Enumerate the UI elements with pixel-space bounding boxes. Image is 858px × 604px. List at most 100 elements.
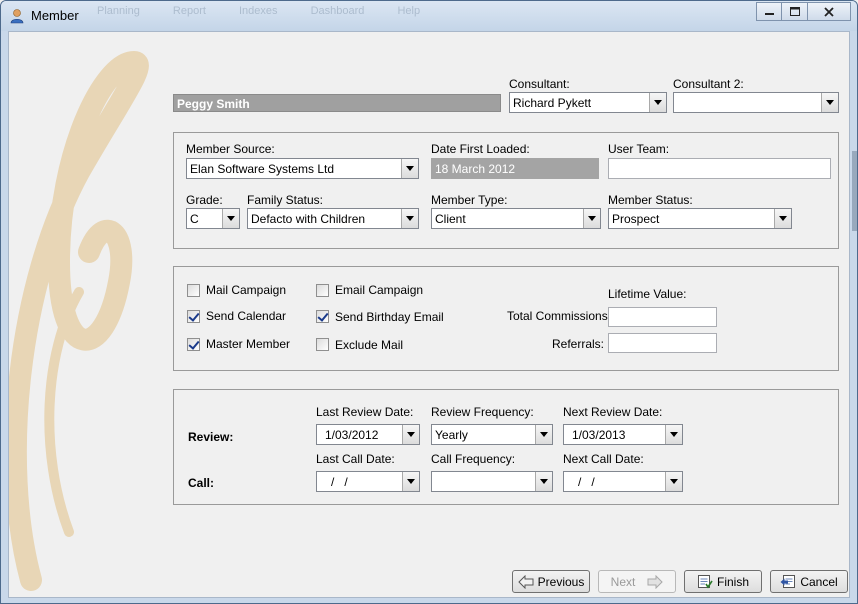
next-call-date-label: Next Call Date: <box>563 452 644 466</box>
chevron-down-icon[interactable] <box>401 159 418 178</box>
previous-label: Previous <box>537 574 585 589</box>
maximize-button[interactable] <box>782 2 808 21</box>
review-frequency-value: Yearly <box>435 428 468 442</box>
email-campaign-label[interactable]: Email Campaign <box>335 283 423 297</box>
last-call-date-label: Last Call Date: <box>316 452 395 466</box>
grade-dropdown[interactable]: C <box>186 208 240 229</box>
grade-label: Grade: <box>186 193 223 207</box>
chevron-down-icon[interactable] <box>774 209 791 228</box>
chevron-down-icon[interactable] <box>402 472 419 491</box>
finish-button[interactable]: Finish <box>684 570 762 593</box>
next-call-date-picker[interactable]: / / <box>563 471 683 492</box>
email-campaign-checkbox[interactable] <box>316 284 329 297</box>
chevron-down-icon[interactable] <box>649 93 666 112</box>
member-source-label: Member Source: <box>186 142 275 156</box>
date-first-loaded-value: 18 March 2012 <box>435 162 516 176</box>
cancel-document-icon <box>780 575 796 588</box>
master-member-label[interactable]: Master Member <box>206 337 290 351</box>
call-row-label: Call: <box>188 476 215 490</box>
next-button[interactable]: Next <box>598 570 676 593</box>
last-review-date-label: Last Review Date: <box>316 405 414 419</box>
consultant-value: Richard Pykett <box>513 96 592 110</box>
referrals-input[interactable] <box>608 333 717 353</box>
last-review-date-picker[interactable]: 1/03/2012 <box>316 424 420 445</box>
family-status-dropdown[interactable]: Defacto with Children <box>247 208 419 229</box>
user-team-label: User Team: <box>608 142 670 156</box>
consultant2-dropdown[interactable] <box>673 92 839 113</box>
review-row-label: Review: <box>188 430 234 444</box>
review-frequency-dropdown[interactable]: Yearly <box>431 424 553 445</box>
date-first-loaded-field: 18 March 2012 <box>431 158 599 179</box>
member-name-value: Peggy Smith <box>177 97 250 111</box>
chevron-down-icon[interactable] <box>401 209 418 228</box>
next-review-date-picker[interactable]: 1/03/2013 <box>563 424 683 445</box>
mail-campaign-checkbox[interactable] <box>187 284 200 297</box>
arrow-left-icon <box>517 574 534 589</box>
send-birthday-email-checkbox[interactable] <box>316 310 329 323</box>
exclude-mail-checkbox[interactable] <box>316 338 329 351</box>
chevron-down-icon[interactable] <box>583 209 600 228</box>
member-source-dropdown[interactable]: Elan Software Systems Ltd <box>186 158 419 179</box>
minimize-button[interactable] <box>756 2 782 21</box>
window-title: Member <box>31 8 79 23</box>
next-call-date-value: / / <box>578 475 595 489</box>
review-frequency-label: Review Frequency: <box>431 405 534 419</box>
chevron-down-icon[interactable] <box>535 425 552 444</box>
date-first-loaded-label: Date First Loaded: <box>431 142 530 156</box>
chevron-down-icon[interactable] <box>222 209 239 228</box>
next-review-date-label: Next Review Date: <box>563 405 663 419</box>
chevron-down-icon[interactable] <box>665 425 682 444</box>
member-window: Member Planning Report Indexes Dashboard… <box>0 0 858 604</box>
ghost-menu-item: Report <box>172 5 206 17</box>
next-label: Next <box>610 574 636 589</box>
member-status-value: Prospect <box>612 212 660 226</box>
total-commissions-input[interactable] <box>608 307 717 327</box>
last-call-date-picker[interactable]: / / <box>316 471 420 492</box>
call-frequency-dropdown[interactable] <box>431 471 553 492</box>
member-status-dropdown[interactable]: Prospect <box>608 208 792 229</box>
member-type-value: Client <box>435 212 466 226</box>
member-icon <box>10 9 24 24</box>
send-calendar-checkbox[interactable] <box>187 310 200 323</box>
minimize-icon <box>764 13 774 15</box>
send-calendar-label[interactable]: Send Calendar <box>206 309 286 323</box>
last-call-date-value: / / <box>331 475 348 489</box>
close-icon <box>824 6 834 17</box>
member-status-label: Member Status: <box>608 193 693 207</box>
cancel-button[interactable]: Cancel <box>770 570 848 593</box>
referrals-label: Referrals: <box>552 337 605 351</box>
send-birthday-email-label[interactable]: Send Birthday Email <box>335 310 444 324</box>
member-name-field[interactable]: Peggy Smith <box>173 94 501 112</box>
user-team-input[interactable] <box>608 158 831 179</box>
mail-campaign-label[interactable]: Mail Campaign <box>206 283 286 297</box>
member-type-label: Member Type: <box>431 193 508 207</box>
chevron-down-icon[interactable] <box>821 93 838 112</box>
call-frequency-label: Call Frequency: <box>431 452 516 466</box>
consultant-dropdown[interactable]: Richard Pykett <box>509 92 667 113</box>
last-review-date-value: 1/03/2012 <box>325 428 379 442</box>
consultant2-label: Consultant 2: <box>673 77 744 91</box>
master-member-checkbox[interactable] <box>187 338 200 351</box>
chevron-down-icon[interactable] <box>535 472 552 491</box>
previous-button[interactable]: Previous <box>512 570 590 593</box>
chevron-down-icon[interactable] <box>402 425 419 444</box>
member-type-dropdown[interactable]: Client <box>431 208 601 229</box>
ghost-menu-item: Dashboard <box>310 5 365 17</box>
ghost-menu-item: Indexes <box>238 5 278 17</box>
total-commissions-label: Total Commissions: <box>507 309 612 323</box>
exclude-mail-label[interactable]: Exclude Mail <box>335 338 403 352</box>
background-scrollbar-strip <box>852 151 857 231</box>
title-bar[interactable]: Member Planning Report Indexes Dashboard… <box>1 1 857 31</box>
cancel-label: Cancel <box>800 574 838 589</box>
member-source-value: Elan Software Systems Ltd <box>190 162 335 176</box>
maximize-icon <box>789 7 800 16</box>
arrow-right-icon <box>647 574 664 589</box>
grade-value: C <box>190 212 199 226</box>
family-status-label: Family Status: <box>247 193 324 207</box>
close-button[interactable] <box>808 2 851 21</box>
chevron-down-icon[interactable] <box>665 472 682 491</box>
ghost-menu-item: Help <box>397 5 421 17</box>
decorative-swirl-logo <box>9 50 149 591</box>
form-area: Peggy Smith Consultant: Richard Pykett C… <box>8 31 850 598</box>
consultant-label: Consultant: <box>509 77 570 91</box>
